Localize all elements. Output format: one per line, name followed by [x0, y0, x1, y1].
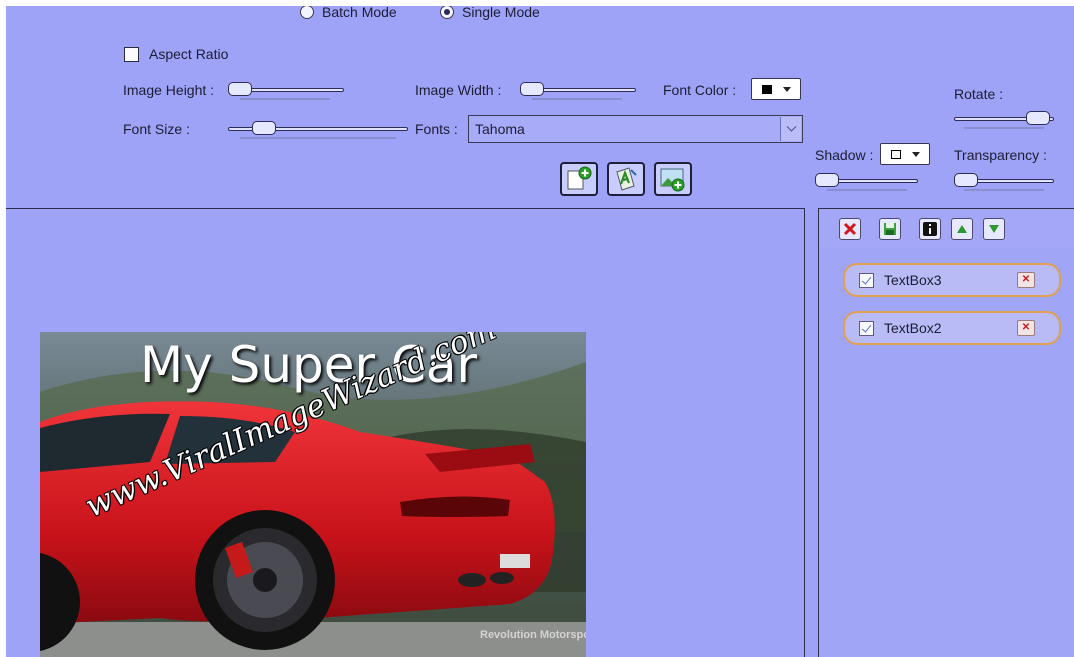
- image-width-slider[interactable]: [520, 79, 636, 101]
- slider-thumb[interactable]: [815, 173, 839, 187]
- delete-layer-button[interactable]: [839, 218, 861, 240]
- slider-shadow: [532, 98, 622, 100]
- add-text-button[interactable]: [560, 162, 598, 196]
- batch-mode-label: Batch Mode: [322, 6, 397, 20]
- layer-item[interactable]: TextBox3 ✕: [843, 263, 1061, 297]
- transparency-slider[interactable]: [954, 170, 1054, 192]
- image-width-label: Image Width :: [415, 82, 502, 98]
- layer-visible-checkbox[interactable]: [859, 320, 874, 336]
- font-style-button[interactable]: [607, 162, 645, 196]
- slider-shadow: [964, 127, 1044, 129]
- slider-shadow: [827, 189, 907, 191]
- aspect-ratio-label: Aspect Ratio: [149, 46, 229, 62]
- rotate-label: Rotate :: [954, 86, 1004, 102]
- font-size-slider[interactable]: [228, 118, 408, 140]
- move-up-icon: [957, 225, 967, 233]
- remove-layer-icon[interactable]: ✕: [1017, 272, 1035, 288]
- move-layer-up-button[interactable]: [951, 218, 973, 240]
- app-window: Batch Mode Single Mode Aspect Ratio Imag…: [6, 6, 1074, 657]
- checkbox-box: [124, 46, 139, 62]
- chevron-down-icon: [786, 121, 796, 132]
- move-down-icon: [989, 225, 999, 233]
- fonts-combobox[interactable]: Tahoma: [468, 115, 803, 143]
- save-layer-button[interactable]: [879, 218, 901, 240]
- color-swatch: [761, 84, 772, 94]
- slider-thumb[interactable]: [1026, 111, 1050, 125]
- batch-mode-radio[interactable]: Batch Mode: [300, 6, 397, 20]
- font-color-label: Font Color :: [663, 82, 737, 98]
- font-style-icon: [616, 167, 637, 191]
- dropdown-arrow-icon: [782, 86, 791, 92]
- move-layer-down-button[interactable]: [983, 218, 1005, 240]
- image-height-label: Image Height :: [123, 82, 215, 98]
- slider-thumb[interactable]: [228, 82, 252, 96]
- shadow-color-picker[interactable]: [880, 143, 930, 165]
- fonts-dropdown-button[interactable]: [780, 117, 801, 141]
- transparency-label: Transparency :: [954, 147, 1047, 163]
- layer-name: TextBox2: [884, 320, 942, 336]
- slider-thumb[interactable]: [954, 173, 978, 187]
- single-mode-label: Single Mode: [462, 6, 540, 20]
- delete-icon: [843, 222, 857, 236]
- layers-list: TextBox3 ✕ TextBox2 ✕: [819, 247, 1074, 657]
- canvas-photo[interactable]: Revolution Motorsports My Super Car www.…: [40, 332, 586, 657]
- info-layer-button[interactable]: [919, 218, 941, 240]
- layers-pane: TextBox3 ✕ TextBox2 ✕: [818, 208, 1074, 657]
- layer-item[interactable]: TextBox2 ✕: [843, 311, 1061, 345]
- rotate-slider[interactable]: [954, 108, 1054, 130]
- layer-visible-checkbox[interactable]: [859, 272, 874, 288]
- add-image-button[interactable]: [654, 162, 692, 196]
- dropdown-arrow-icon: [911, 151, 920, 157]
- color-swatch: [890, 149, 901, 159]
- aspect-ratio-checkbox[interactable]: Aspect Ratio: [124, 46, 228, 62]
- font-size-label: Font Size :: [123, 121, 190, 137]
- slider-shadow: [240, 98, 330, 100]
- fonts-label: Fonts :: [415, 121, 458, 137]
- shadow-slider[interactable]: [815, 170, 918, 192]
- radio-indicator: [440, 6, 454, 19]
- add-text-icon: [567, 166, 592, 190]
- slider-shadow: [240, 137, 396, 139]
- single-mode-radio[interactable]: Single Mode: [440, 6, 540, 20]
- fonts-selected-value: Tahoma: [475, 121, 525, 137]
- add-image-icon: [660, 168, 685, 192]
- slider-thumb[interactable]: [252, 121, 276, 135]
- shadow-label: Shadow :: [815, 147, 874, 163]
- save-icon: [884, 223, 896, 235]
- font-color-picker[interactable]: [751, 78, 801, 100]
- layer-name: TextBox3: [884, 272, 942, 288]
- slider-thumb[interactable]: [520, 82, 544, 96]
- layers-toolbar: [819, 209, 1074, 248]
- radio-indicator: [300, 6, 314, 19]
- remove-layer-icon[interactable]: ✕: [1017, 320, 1035, 336]
- slider-shadow: [964, 189, 1044, 191]
- info-icon: [923, 222, 937, 236]
- photo-credit-text: Revolution Motorsports: [480, 629, 586, 641]
- image-height-slider[interactable]: [228, 79, 344, 101]
